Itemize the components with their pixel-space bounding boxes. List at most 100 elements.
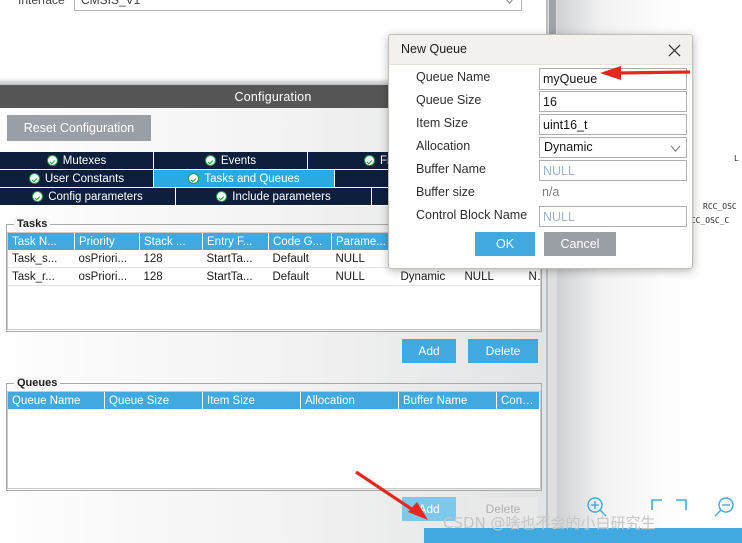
item-size-input[interactable] <box>540 115 686 134</box>
control-block-name-field[interactable] <box>539 206 687 227</box>
dialog-row-queue-name: Queue Name <box>389 68 692 90</box>
queues-group-label: Queues <box>14 377 61 389</box>
cell-stack: 128 <box>139 250 203 268</box>
tasks-col-task-name[interactable]: Task N... <box>8 233 75 250</box>
check-icon <box>28 173 40 184</box>
field-label-control-block-name: Control Block Name <box>416 208 528 222</box>
close-icon[interactable] <box>664 40 684 60</box>
cell-entry: StartTa... <box>202 267 269 286</box>
configuration-title: Configuration <box>234 89 312 104</box>
right-panel-line-1: L <box>734 154 739 163</box>
tasks-col-priority[interactable]: Priority <box>74 233 140 250</box>
cell-priority: osPriori... <box>74 267 140 286</box>
tasks-delete-button[interactable]: Delete <box>468 339 538 363</box>
new-queue-dialog: New Queue Queue Name Queue Size Item Siz… <box>388 34 693 269</box>
allocation-value: Dynamic <box>544 140 593 154</box>
watermark: CSDN @啥也不会的小白研究生 <box>443 514 656 532</box>
queue-name-input[interactable] <box>540 69 686 89</box>
queue-size-field[interactable] <box>539 91 687 112</box>
reset-configuration-button[interactable]: Reset Configuration <box>7 115 151 141</box>
interface-dropdown[interactable]: CMSIS_V1 <box>74 0 522 11</box>
dialog-row-buffer-size: Buffer size n/a <box>389 183 692 205</box>
cancel-button[interactable]: Cancel <box>544 232 616 256</box>
cell-allocation: Dynamic <box>396 267 461 286</box>
dialog-row-control-block-name: Control Block Name <box>389 206 692 228</box>
check-icon <box>364 155 375 166</box>
tasks-col-entry[interactable]: Entry F... <box>202 233 269 250</box>
field-label-item-size: Item Size <box>416 116 469 130</box>
tasks-group-label: Tasks <box>14 218 51 230</box>
check-icon <box>188 173 200 184</box>
cell-task-name: Task_r... <box>8 267 75 286</box>
queues-col-allocation[interactable]: Allocation <box>300 392 399 409</box>
queues-col-queue-name[interactable]: Queue Name <box>8 392 105 409</box>
close-glyph <box>668 44 680 56</box>
cell-code-gen: Default <box>268 267 332 286</box>
check-icon <box>216 191 228 202</box>
table-row[interactable]: Task_r... osPriori... 128 StartTa... Def… <box>8 267 540 286</box>
tab-include-parameters[interactable]: Include parameters <box>176 188 372 206</box>
stm32cubemx-window: Interface CMSIS_V1 Configuration Reset C… <box>0 0 742 543</box>
cell-stack: 128 <box>139 267 203 286</box>
interface-row: Interface CMSIS_V1 <box>0 0 546 15</box>
tab-label: Config parameters <box>48 190 143 203</box>
cell-control: NULL <box>524 267 540 286</box>
queues-col-queue-size[interactable]: Queue Size <box>104 392 203 409</box>
queues-table[interactable]: Queue Name Queue Size Item Size Allocati… <box>7 391 541 489</box>
tab-events[interactable]: Events <box>154 152 308 170</box>
tab-label: Tasks and Queues <box>204 172 300 185</box>
queues-header-row: Queue Name Queue Size Item Size Allocati… <box>8 392 540 409</box>
field-label-buffer-size: Buffer size <box>416 185 475 199</box>
interface-value: CMSIS_V1 <box>81 0 141 7</box>
check-icon <box>32 191 44 202</box>
allocation-dropdown[interactable]: Dynamic <box>539 137 687 158</box>
queues-col-item-size[interactable]: Item Size <box>202 392 301 409</box>
cell-task-name: Task_s... <box>8 250 75 268</box>
queue-size-input[interactable] <box>540 92 686 111</box>
tasks-col-code-gen[interactable]: Code G... <box>268 233 332 250</box>
cell-buffer: NULL <box>460 267 525 286</box>
queues-col-buffer-name[interactable]: Buffer Name <box>398 392 497 409</box>
cell-priority: osPriori... <box>74 250 140 268</box>
field-label-queue-size: Queue Size <box>416 93 482 107</box>
tab-tasks-and-queues[interactable]: Tasks and Queues <box>154 170 335 188</box>
queue-name-field[interactable] <box>539 68 687 90</box>
field-label-buffer-name: Buffer Name <box>416 162 486 176</box>
cell-parameter: NULL <box>331 267 397 286</box>
dialog-row-queue-size: Queue Size <box>389 91 692 113</box>
tasks-col-parameter[interactable]: Parame... <box>331 233 397 250</box>
zoom-out-icon <box>714 497 734 517</box>
queues-col-control-blk[interactable]: Control Bloc... <box>496 392 540 409</box>
fit-icon <box>651 499 687 510</box>
check-icon <box>46 155 58 166</box>
tasks-add-button[interactable]: Add <box>402 339 456 363</box>
tab-mutexes[interactable]: Mutexes <box>0 152 154 170</box>
tab-label: User Constants <box>44 172 125 185</box>
dialog-row-item-size: Item Size <box>389 114 692 136</box>
dialog-row-buffer-name: Buffer Name <box>389 160 692 182</box>
buffer-name-input[interactable] <box>540 161 686 180</box>
chevron-down-icon <box>506 0 513 5</box>
field-label-allocation: Allocation <box>416 139 471 153</box>
tab-label: Mutexes <box>62 154 107 167</box>
tab-label: Events <box>220 154 257 167</box>
check-icon <box>204 155 216 166</box>
dialog-title: New Queue <box>401 42 468 56</box>
item-size-field[interactable] <box>539 114 687 135</box>
tab-config-parameters[interactable]: Config parameters <box>0 188 176 206</box>
ok-button[interactable]: OK <box>475 232 535 256</box>
right-panel-line-2: RCC_OSC <box>703 202 737 211</box>
buffer-name-field[interactable] <box>539 160 687 181</box>
dialog-row-allocation: Allocation Dynamic <box>389 137 692 159</box>
cell-parameter: NULL <box>331 250 397 268</box>
field-label-queue-name: Queue Name <box>416 70 491 84</box>
queues-grid: Queue Name Queue Size Item Size Allocati… <box>8 392 540 409</box>
interface-label: Interface <box>18 0 65 7</box>
cell-entry: StartTa... <box>202 250 269 268</box>
cell-code-gen: Default <box>268 250 332 268</box>
tasks-col-stack[interactable]: Stack ... <box>139 233 203 250</box>
control-block-name-input[interactable] <box>540 207 686 226</box>
tab-user-constants[interactable]: User Constants <box>0 170 154 188</box>
chevron-down-icon <box>670 145 681 153</box>
tab-label: Include parameters <box>232 190 331 203</box>
